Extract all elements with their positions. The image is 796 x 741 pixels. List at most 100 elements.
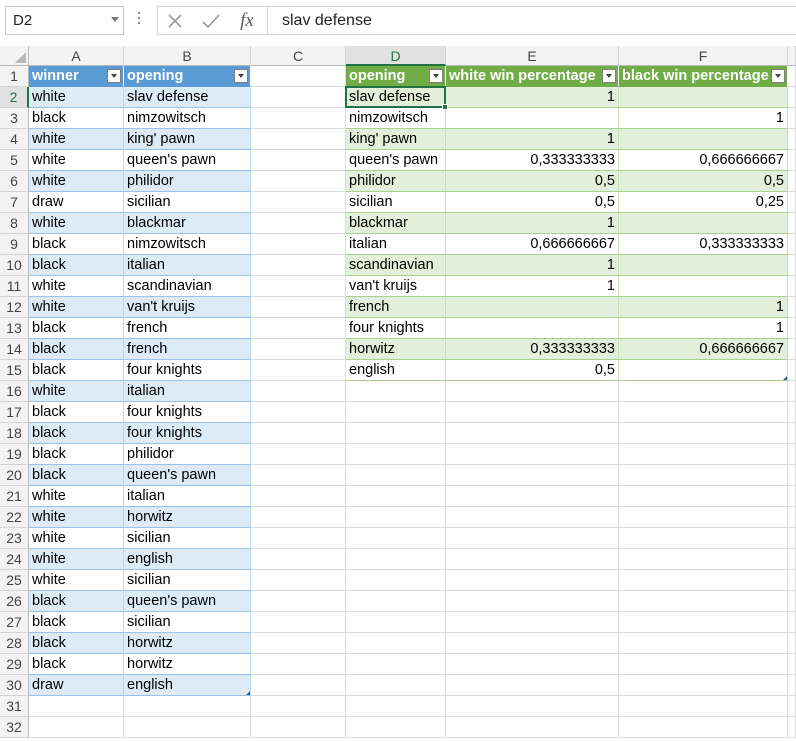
cell[interactable]	[619, 654, 788, 675]
row-header-32[interactable]: 32	[0, 717, 29, 738]
table1-opening-cell[interactable]: philidor	[124, 171, 251, 192]
row-header-11[interactable]: 11	[0, 276, 29, 297]
cell[interactable]	[788, 381, 796, 402]
cell[interactable]	[251, 570, 346, 591]
table1-opening-cell[interactable]: french	[124, 318, 251, 339]
cell[interactable]	[788, 171, 796, 192]
table1-opening-cell[interactable]: italian	[124, 255, 251, 276]
table1-winner-cell[interactable]: black	[29, 654, 124, 675]
cell[interactable]	[446, 717, 619, 738]
row-header-31[interactable]: 31	[0, 696, 29, 717]
table2-resize-handle[interactable]	[783, 376, 787, 380]
cell[interactable]	[346, 507, 446, 528]
cell[interactable]	[251, 675, 346, 696]
row-header-2[interactable]: 2	[0, 87, 29, 108]
cell[interactable]	[251, 276, 346, 297]
cell[interactable]	[619, 696, 788, 717]
cell[interactable]	[251, 528, 346, 549]
white-win-percentage-cell[interactable]: 1	[446, 87, 619, 108]
cell[interactable]	[619, 381, 788, 402]
column-header-f[interactable]: F	[619, 46, 788, 66]
row-header-28[interactable]: 28	[0, 633, 29, 654]
black-win-percentage-cell[interactable]: 0,25	[619, 192, 788, 213]
black-win-percentage-cell[interactable]: 1	[619, 318, 788, 339]
cell[interactable]	[251, 465, 346, 486]
table1-winner-cell[interactable]: black	[29, 234, 124, 255]
table1-winner-cell[interactable]: white	[29, 381, 124, 402]
cell[interactable]	[788, 507, 796, 528]
row-header-12[interactable]: 12	[0, 297, 29, 318]
cell[interactable]	[251, 171, 346, 192]
table1-winner-cell[interactable]: white	[29, 570, 124, 591]
cell[interactable]	[251, 486, 346, 507]
cell[interactable]	[251, 591, 346, 612]
table2-header-white-win-percentage[interactable]: white win percentage	[446, 66, 619, 87]
column-header-a[interactable]: A	[29, 46, 124, 66]
table2-opening-cell[interactable]: blackmar	[346, 213, 446, 234]
cell[interactable]	[251, 444, 346, 465]
white-win-percentage-cell[interactable]: 0,333333333	[446, 339, 619, 360]
table1-winner-cell[interactable]: black	[29, 108, 124, 129]
white-win-percentage-cell[interactable]: 1	[446, 276, 619, 297]
table1-opening-cell[interactable]: four knights	[124, 402, 251, 423]
column-header-c[interactable]: C	[251, 46, 346, 66]
fill-handle[interactable]	[442, 104, 448, 110]
table1-opening-cell[interactable]: english	[124, 549, 251, 570]
table1-opening-cell[interactable]: philidor	[124, 444, 251, 465]
cell[interactable]	[446, 381, 619, 402]
cell[interactable]	[29, 696, 124, 717]
cell[interactable]	[788, 444, 796, 465]
formula-bar-grip-icon[interactable]	[138, 12, 141, 29]
table1-winner-cell[interactable]: white	[29, 150, 124, 171]
table1-winner-cell[interactable]: white	[29, 528, 124, 549]
black-win-percentage-cell[interactable]	[619, 276, 788, 297]
table1-opening-cell[interactable]: four knights	[124, 423, 251, 444]
cell[interactable]	[251, 255, 346, 276]
row-header-10[interactable]: 10	[0, 255, 29, 276]
cell[interactable]	[346, 633, 446, 654]
table1-winner-cell[interactable]: black	[29, 339, 124, 360]
table2-opening-cell[interactable]: king' pawn	[346, 129, 446, 150]
table1-opening-cell[interactable]: sicilian	[124, 612, 251, 633]
table1-winner-cell[interactable]: white	[29, 276, 124, 297]
cell[interactable]	[124, 717, 251, 738]
cell[interactable]	[446, 507, 619, 528]
cell[interactable]	[251, 549, 346, 570]
row-header-26[interactable]: 26	[0, 591, 29, 612]
cell[interactable]	[788, 549, 796, 570]
cell[interactable]	[251, 234, 346, 255]
table1-opening-cell[interactable]: sicilian	[124, 192, 251, 213]
table1-opening-cell[interactable]: french	[124, 339, 251, 360]
row-header-25[interactable]: 25	[0, 570, 29, 591]
table1-opening-cell[interactable]: italian	[124, 381, 251, 402]
cell[interactable]	[788, 402, 796, 423]
table1-winner-cell[interactable]: draw	[29, 675, 124, 696]
table1-winner-cell[interactable]: white	[29, 87, 124, 108]
row-header-17[interactable]: 17	[0, 402, 29, 423]
table1-winner-cell[interactable]: white	[29, 486, 124, 507]
table1-opening-cell[interactable]: blackmar	[124, 213, 251, 234]
table1-winner-cell[interactable]: black	[29, 465, 124, 486]
table2-header-opening[interactable]: opening	[346, 66, 446, 87]
table1-header-winner[interactable]: winner	[29, 66, 124, 87]
table2-opening-cell[interactable]: italian	[346, 234, 446, 255]
cell[interactable]	[346, 381, 446, 402]
cell[interactable]	[446, 402, 619, 423]
table1-winner-cell[interactable]: black	[29, 591, 124, 612]
table2-opening-cell[interactable]: slav defense	[346, 87, 446, 108]
row-header-3[interactable]: 3	[0, 108, 29, 129]
table1-opening-cell[interactable]: horwitz	[124, 507, 251, 528]
table1-opening-cell[interactable]: english	[124, 675, 251, 696]
table1-winner-cell[interactable]: white	[29, 507, 124, 528]
cell[interactable]	[346, 549, 446, 570]
row-header-30[interactable]: 30	[0, 675, 29, 696]
cell[interactable]	[788, 108, 796, 129]
black-win-percentage-cell[interactable]: 0,666666667	[619, 150, 788, 171]
row-header-21[interactable]: 21	[0, 486, 29, 507]
table1-opening-cell[interactable]: sicilian	[124, 570, 251, 591]
column-header-next[interactable]	[788, 46, 796, 66]
filter-dropdown-icon[interactable]	[429, 69, 443, 83]
filter-dropdown-icon[interactable]	[234, 69, 248, 83]
cell[interactable]	[251, 696, 346, 717]
cell[interactable]	[346, 717, 446, 738]
